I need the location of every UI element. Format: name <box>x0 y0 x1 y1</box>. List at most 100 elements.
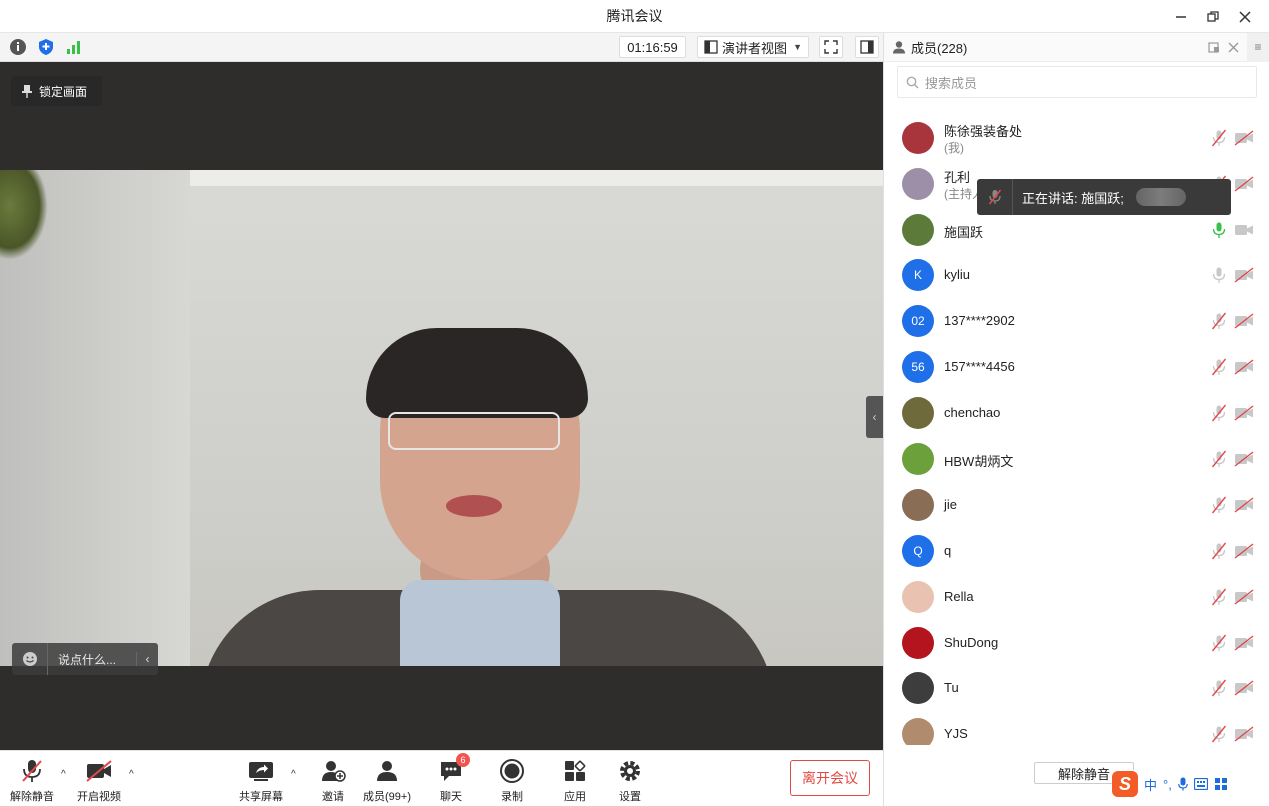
member-row[interactable]: Rella <box>884 574 1269 620</box>
member-role: (我) <box>944 141 964 155</box>
member-row[interactable]: chenchao <box>884 390 1269 436</box>
mic-muted-icon[interactable] <box>1210 312 1228 330</box>
ime-keyboard-icon[interactable] <box>1193 778 1208 790</box>
network-signal-icon[interactable] <box>64 37 84 57</box>
leave-meeting-button[interactable]: 离开会议 <box>790 760 870 796</box>
apps-button[interactable]: 应用 <box>560 757 590 804</box>
member-row[interactable]: 陈徐强装备处 (我) <box>884 115 1269 161</box>
ime-punctuation-icon[interactable]: °, <box>1163 777 1172 792</box>
avatar: 56 <box>902 351 934 383</box>
avatar: 02 <box>902 305 934 337</box>
emoji-icon[interactable] <box>12 643 48 675</box>
video-options-caret[interactable]: ^ <box>129 769 134 780</box>
ime-toolbar[interactable]: S 中 °, <box>1112 770 1256 798</box>
camera-off-icon[interactable] <box>1234 129 1254 147</box>
popout-icon[interactable] <box>1208 41 1220 53</box>
avatar: K <box>902 259 934 291</box>
camera-off-icon[interactable] <box>1234 175 1254 193</box>
collapse-panel-handle[interactable]: ‹ <box>866 396 883 438</box>
share-options-caret[interactable]: ^ <box>291 769 296 780</box>
start-video-button[interactable]: 开启视频 <box>77 757 121 804</box>
mic-muted-icon[interactable] <box>1210 496 1228 514</box>
camera-off-icon[interactable] <box>1234 358 1254 376</box>
pin-icon <box>22 85 32 98</box>
camera-off-icon[interactable] <box>1234 542 1254 560</box>
member-row[interactable]: Kkyliu <box>884 252 1269 298</box>
redacted-name <box>1135 188 1186 206</box>
chat-input[interactable]: 说点什么... <box>48 651 136 668</box>
member-row[interactable]: Qq <box>884 528 1269 574</box>
security-shield-icon[interactable] <box>36 37 56 57</box>
microphone-icon[interactable] <box>1210 266 1228 284</box>
record-button[interactable]: 录制 <box>497 757 527 804</box>
mic-muted-icon[interactable] <box>1210 725 1228 743</box>
sidebar-toggle-button[interactable] <box>855 36 879 58</box>
camera-off-icon[interactable] <box>1234 450 1254 468</box>
camera-icon[interactable] <box>1234 221 1254 239</box>
invite-button[interactable]: 邀请 <box>318 757 348 804</box>
video-stage[interactable]: 锁定画面 说点什么... ‹ ‹ <box>0 62 883 750</box>
info-icon[interactable] <box>8 37 28 57</box>
member-name: 137****2902 <box>944 313 1015 328</box>
members-panel-title: 成员(228) <box>911 40 968 56</box>
member-row[interactable]: 02 137****2902 <box>884 298 1269 344</box>
mic-muted-icon[interactable] <box>1210 404 1228 422</box>
camera-off-icon[interactable] <box>1234 679 1254 697</box>
mic-muted-icon[interactable] <box>1210 129 1228 147</box>
member-row[interactable]: 56 157****4456 <box>884 344 1269 390</box>
member-row[interactable]: jie <box>884 482 1269 528</box>
close-icon[interactable] <box>1228 42 1239 53</box>
chevron-left-icon[interactable]: ‹ <box>136 652 158 666</box>
share-screen-icon <box>249 762 273 781</box>
share-screen-button[interactable]: 共享屏幕 <box>239 757 283 804</box>
lock-view-button[interactable]: 锁定画面 <box>11 76 102 106</box>
user-icon <box>377 761 397 781</box>
settings-button[interactable]: 设置 <box>615 757 645 804</box>
avatar <box>902 168 934 200</box>
member-row[interactable]: YJS <box>884 711 1269 745</box>
quick-chat-box[interactable]: 说点什么... ‹ <box>12 643 158 675</box>
members-button[interactable]: 成员(99+) <box>363 757 411 804</box>
camera-off-icon[interactable] <box>1234 588 1254 606</box>
camera-off-icon[interactable] <box>1234 404 1254 422</box>
view-mode-select[interactable]: 演讲者视图 ▼ <box>697 36 809 58</box>
ime-voice-icon[interactable] <box>1178 777 1188 791</box>
share-screen-label: 共享屏幕 <box>239 791 283 803</box>
menu-icon[interactable]: ≡ <box>1247 32 1269 62</box>
member-search-input[interactable]: 搜索成员 <box>897 66 1257 98</box>
mic-muted-icon[interactable] <box>1210 634 1228 652</box>
mic-muted-icon <box>22 760 42 782</box>
member-row[interactable]: Tu <box>884 665 1269 711</box>
close-button[interactable] <box>1229 0 1261 33</box>
camera-off-icon[interactable] <box>1234 496 1254 514</box>
member-row[interactable]: ShuDong <box>884 620 1269 666</box>
chat-button[interactable]: 6 聊天 <box>436 753 470 804</box>
mic-muted-icon[interactable] <box>1210 450 1228 468</box>
ime-toolbox-icon[interactable] <box>1214 777 1228 791</box>
audio-options-caret[interactable]: ^ <box>61 769 66 780</box>
chat-label: 聊天 <box>440 791 462 803</box>
mic-muted-icon[interactable] <box>1210 358 1228 376</box>
mic-muted-icon[interactable] <box>1210 588 1228 606</box>
ime-language-toggle[interactable]: 中 <box>1144 775 1157 794</box>
camera-off-icon[interactable] <box>1234 266 1254 284</box>
mic-muted-icon[interactable] <box>1210 542 1228 560</box>
apps-grid-icon <box>565 760 586 781</box>
avatar <box>902 122 934 154</box>
microphone-icon[interactable] <box>1210 221 1228 239</box>
speaker-video-feed <box>0 170 883 666</box>
minimize-button[interactable] <box>1165 0 1197 33</box>
mic-muted-icon[interactable] <box>1210 679 1228 697</box>
camera-off-icon[interactable] <box>1234 725 1254 743</box>
chat-unread-badge: 6 <box>456 753 470 767</box>
add-user-icon <box>322 761 346 782</box>
restore-button[interactable] <box>1197 0 1229 33</box>
fullscreen-button[interactable] <box>819 36 843 58</box>
avatar <box>902 581 934 613</box>
camera-off-icon[interactable] <box>1234 312 1254 330</box>
ime-logo[interactable]: S <box>1112 771 1138 797</box>
member-row[interactable]: HBW胡炳文 <box>884 436 1269 482</box>
unmute-button[interactable]: 解除静音 <box>10 757 54 804</box>
camera-off-icon[interactable] <box>1234 634 1254 652</box>
mic-muted-icon <box>988 189 1001 205</box>
